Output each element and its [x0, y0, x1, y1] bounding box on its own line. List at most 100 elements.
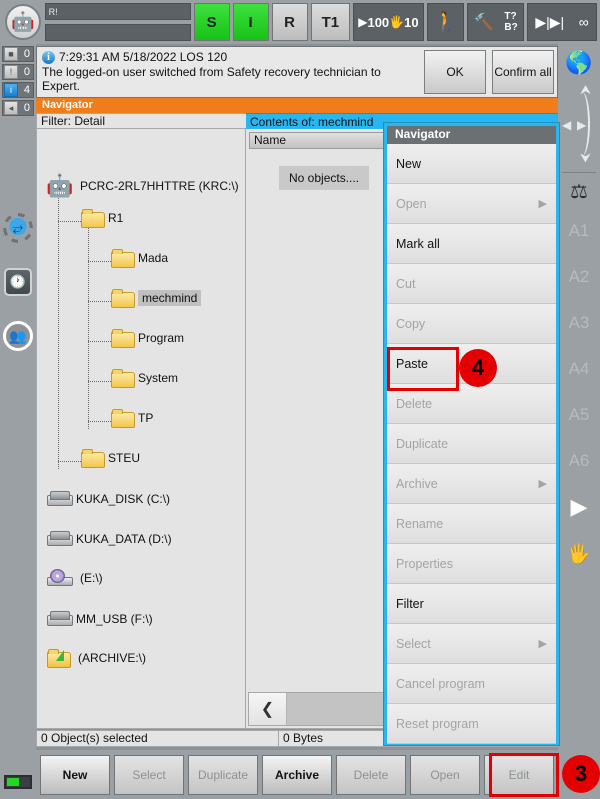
counter-warning[interactable]: ! 0	[2, 64, 34, 80]
new-button[interactable]: New	[40, 754, 110, 795]
robot-interpreter-status-r[interactable]: R	[271, 3, 308, 41]
navigator-context-menu: Navigator New Open ▶ Mark all Cut Copy P…	[383, 122, 560, 746]
program-override-value: 100	[367, 14, 390, 30]
tree-item-r1[interactable]: R1	[81, 209, 123, 228]
drive-icon	[47, 491, 73, 506]
stop-icon: ■	[4, 47, 18, 61]
tree-item-kuka-data-d[interactable]: KUKA_DATA (D:\)	[47, 531, 172, 546]
menu-item-mark-all[interactable]: Mark all	[387, 224, 556, 264]
edit-button[interactable]: Edit	[484, 754, 554, 795]
menu-item-label: Filter	[396, 596, 424, 611]
increment-icon: ▶|▶|	[535, 13, 565, 30]
tree-item-system[interactable]: System	[111, 369, 178, 388]
base-label: B?	[504, 22, 518, 33]
menu-item-duplicate[interactable]: Duplicate	[387, 424, 556, 464]
axis-label-a1[interactable]: A1	[569, 221, 590, 241]
menu-item-filter[interactable]: Filter	[387, 584, 556, 624]
tree-item-label: KUKA_DISK (C:\)	[76, 491, 171, 506]
menu-item-archive[interactable]: Archive ▶	[387, 464, 556, 504]
tree-item-mechmind[interactable]: mechmind	[111, 289, 202, 308]
archive-button[interactable]: Archive	[262, 754, 332, 795]
menu-item-label: Properties	[396, 556, 453, 571]
play-icon[interactable]: ▶	[571, 494, 588, 520]
menu-item-open[interactable]: Open ▶	[387, 184, 556, 224]
world-coordinates-icon[interactable]: 🌎	[565, 50, 592, 76]
axis-label-a2[interactable]: A2	[569, 267, 590, 287]
message-text-area[interactable]: i 7:29:31 AM 5/18/2022 LOS 120 The logge…	[37, 47, 421, 97]
tree-item-archive[interactable]: (ARCHIVE:\)	[47, 649, 146, 668]
delete-button[interactable]: Delete	[336, 754, 406, 795]
tool-icon: 🔨	[473, 14, 494, 31]
override-display[interactable]: ▶ 100 🖐 10	[353, 3, 424, 41]
increment-button[interactable]: ▶|▶| ∞	[527, 3, 597, 41]
folder-icon	[111, 329, 135, 348]
context-menu-title: Navigator	[387, 126, 556, 144]
menu-item-rename[interactable]: Rename	[387, 504, 556, 544]
tree-item-tp[interactable]: TP	[111, 409, 153, 428]
tree-item-label: PCRC-2RL7HHTTRE (KRC:\)	[80, 179, 239, 193]
tree-item-steu[interactable]: STEU	[81, 449, 140, 468]
menu-item-new[interactable]: New	[387, 144, 556, 184]
menu-item-properties[interactable]: Properties	[387, 544, 556, 584]
filter-label[interactable]: Filter: Detail	[36, 113, 246, 129]
jog-override-value: 10	[404, 14, 419, 30]
cd-drive-icon	[47, 569, 73, 586]
status-message-field-2[interactable]	[44, 24, 191, 41]
tree-item-label: Program	[138, 330, 185, 345]
tree-item-drive-e[interactable]: (E:\)	[47, 569, 103, 586]
chevron-left-icon[interactable]: ❮	[249, 693, 287, 725]
counter-stop[interactable]: ■ 0	[2, 46, 34, 62]
folder-icon	[111, 289, 135, 308]
usb-drive-icon	[47, 611, 73, 626]
menu-item-label: Duplicate	[396, 436, 449, 451]
tree-item-mm-usb-f[interactable]: MM_USB (F:\)	[47, 611, 153, 626]
users-icon: 👥	[3, 321, 33, 351]
users-button[interactable]: 👥	[2, 320, 34, 352]
empty-list-message: No objects....	[279, 166, 370, 190]
submenu-arrow-icon: ▶	[538, 198, 547, 210]
jog-right-arrow-icon: ▶	[577, 118, 587, 132]
tool-base-button[interactable]: 🔨 T? B?	[467, 3, 525, 41]
drives-status-s[interactable]: S	[193, 3, 230, 41]
menu-item-label: Paste	[396, 356, 428, 371]
tree-item-krc-root[interactable]: 🤖 PCRC-2RL7HHTTRE (KRC:\)	[45, 169, 239, 203]
left-rail-icons: ⥂ 🕐 👥	[0, 212, 36, 352]
axis-label-a3[interactable]: A3	[569, 313, 590, 333]
directory-tree-panel[interactable]: 🤖 PCRC-2RL7HHTTRE (KRC:\) R1 Mada mechmi…	[36, 129, 246, 729]
axis-label-a6[interactable]: A6	[569, 451, 590, 471]
robot-settings-button[interactable]: ⥂	[2, 212, 34, 244]
operating-mode-t1[interactable]: T1	[310, 3, 351, 41]
menu-item-delete[interactable]: Delete	[387, 384, 556, 424]
manual-jog-button[interactable]: 🚶	[426, 3, 465, 41]
counter-note[interactable]: ◂ 0	[2, 100, 34, 116]
confirm-all-button[interactable]: Confirm all	[492, 50, 554, 94]
menu-item-copy[interactable]: Copy	[387, 304, 556, 344]
menu-item-cut[interactable]: Cut	[387, 264, 556, 304]
robot-axis-icon[interactable]: ⚖	[570, 179, 588, 204]
folder-icon	[81, 449, 105, 468]
folder-icon	[111, 409, 135, 428]
clock-button[interactable]: 🕐	[2, 266, 34, 298]
tree-item-label: mechmind	[138, 289, 202, 306]
counter-info[interactable]: i 4	[2, 82, 34, 98]
message-header: i 7:29:31 AM 5/18/2022 LOS 120	[42, 50, 416, 64]
folder-icon	[111, 369, 135, 388]
tree-item-kuka-disk-c[interactable]: KUKA_DISK (C:\)	[47, 491, 170, 506]
menu-item-reset-program[interactable]: Reset program	[387, 704, 556, 744]
menu-item-select[interactable]: Select ▶	[387, 624, 556, 664]
ok-button[interactable]: OK	[424, 50, 486, 94]
main-menu-button[interactable]: 🤖	[3, 2, 43, 42]
axis-label-a4[interactable]: A4	[569, 359, 590, 379]
duplicate-button[interactable]: Duplicate	[188, 754, 258, 795]
hand-jog-icon[interactable]: 🖐	[567, 542, 591, 566]
menu-item-cancel-program[interactable]: Cancel program	[387, 664, 556, 704]
status-message-field-1[interactable]: R!	[44, 3, 191, 20]
tree-item-mada[interactable]: Mada	[111, 249, 168, 268]
tree-item-program[interactable]: Program	[111, 329, 185, 348]
jog-arrows-icon[interactable]: ⮝ ◀ ▶ ⮟	[560, 82, 598, 166]
open-button[interactable]: Open	[410, 754, 480, 795]
axis-label-a5[interactable]: A5	[569, 405, 590, 425]
interpreter-status-i[interactable]: I	[232, 3, 269, 41]
select-button[interactable]: Select	[114, 754, 184, 795]
clock-icon: 🕐	[4, 268, 32, 296]
